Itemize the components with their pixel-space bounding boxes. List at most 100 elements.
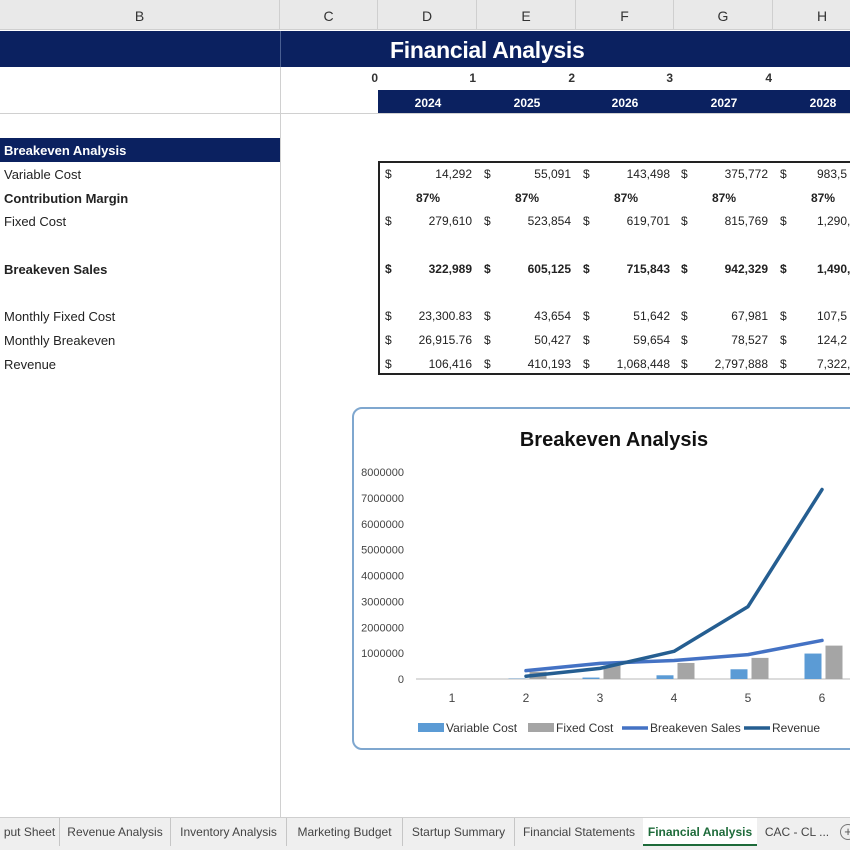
column-header-f[interactable]: F: [576, 0, 674, 30]
y-tick-label: 3000000: [361, 596, 404, 608]
table-cell-fixed-cost[interactable]: 815,769: [725, 214, 768, 228]
currency-symbol: $: [484, 309, 491, 323]
label-revenue: Revenue: [4, 357, 57, 372]
legend-swatch-fixed-cost: [528, 723, 554, 732]
column-header-d[interactable]: D: [378, 0, 477, 30]
title-banner: Financial Analysis: [0, 31, 850, 67]
table-cell-variable-cost[interactable]: 55,091: [534, 167, 571, 181]
table-cell-revenue[interactable]: 2,797,888: [715, 357, 768, 371]
tab-startup-summary[interactable]: Startup Summary: [403, 818, 515, 846]
table-cell-monthly-fixed-cost[interactable]: 107,5: [817, 309, 847, 323]
y-tick-label: 6000000: [361, 519, 404, 531]
currency-symbol: $: [681, 262, 688, 276]
currency-symbol: $: [385, 262, 392, 276]
column-header-e[interactable]: E: [477, 0, 576, 30]
table-cell-breakeven-sales[interactable]: 715,843: [627, 262, 670, 276]
currency-symbol: $: [385, 357, 392, 371]
label-fixed-cost: Fixed Cost: [4, 214, 67, 229]
currency-symbol: $: [681, 357, 688, 371]
currency-symbol: $: [583, 167, 590, 181]
bar-fixed-cost: [751, 657, 769, 679]
table-cell-monthly-breakeven[interactable]: 26,915.76: [419, 333, 472, 347]
table-cell-variable-cost[interactable]: 375,772: [725, 167, 768, 181]
table-cell-monthly-breakeven[interactable]: 124,2: [817, 333, 847, 347]
section-header-breakeven: Breakeven Analysis: [0, 138, 280, 162]
tab-inventory-analysis[interactable]: Inventory Analysis: [171, 818, 287, 846]
currency-symbol: $: [484, 357, 491, 371]
table-cell-monthly-fixed-cost[interactable]: 51,642: [633, 309, 670, 323]
table-cell-monthly-fixed-cost[interactable]: 67,981: [731, 309, 768, 323]
table-cell-contribution-margin[interactable]: 87%: [614, 191, 638, 205]
tab-marketing-budget[interactable]: Marketing Budget: [287, 818, 403, 846]
label-variable-cost: Variable Cost: [4, 167, 82, 182]
year-header: 2026: [611, 96, 639, 110]
column-header-c[interactable]: C: [280, 0, 378, 30]
table-cell-revenue[interactable]: 410,193: [528, 357, 571, 371]
table-cell-contribution-margin[interactable]: 87%: [811, 191, 835, 205]
table-cell-revenue[interactable]: 106,416: [429, 357, 472, 371]
table-cell-variable-cost[interactable]: 143,498: [627, 167, 670, 181]
add-sheet-icon[interactable]: +: [840, 824, 850, 840]
breakeven-chart[interactable]: Breakeven Analysis 0 1000000 2000000 3000000…: [352, 407, 850, 750]
table-cell-contribution-margin[interactable]: 87%: [416, 191, 440, 205]
x-tick-label: 5: [745, 691, 752, 705]
table-cell-breakeven-sales[interactable]: 322,989: [429, 262, 472, 276]
currency-symbol: $: [780, 214, 787, 228]
currency-symbol: $: [583, 262, 590, 276]
table-cell-variable-cost[interactable]: 983,5: [817, 167, 847, 181]
legend-label: Revenue: [772, 721, 820, 735]
currency-symbol: $: [681, 333, 688, 347]
tab-cac-cl[interactable]: CAC - CL ...: [757, 818, 837, 846]
row-gridline: [0, 113, 850, 114]
tab-input-sheet[interactable]: put Sheet: [0, 818, 60, 846]
currency-symbol: $: [681, 167, 688, 181]
currency-symbol: $: [583, 214, 590, 228]
sheet-tab-bar: put Sheet Revenue Analysis Inventory Ana…: [0, 817, 850, 850]
column-header-g[interactable]: G: [674, 0, 773, 30]
table-cell-variable-cost[interactable]: 14,292: [435, 167, 472, 181]
tab-revenue-analysis[interactable]: Revenue Analysis: [60, 818, 171, 846]
tab-financial-analysis[interactable]: Financial Analysis: [643, 818, 757, 846]
table-cell-breakeven-sales[interactable]: 1,490,7: [817, 262, 850, 276]
table-cell-fixed-cost[interactable]: 279,610: [429, 214, 472, 228]
year-header: 2025: [513, 96, 541, 110]
table-cell-monthly-fixed-cost[interactable]: 43,654: [534, 309, 571, 323]
table-cell-contribution-margin[interactable]: 87%: [515, 191, 539, 205]
table-cell-breakeven-sales[interactable]: 942,329: [725, 262, 768, 276]
column-header-b[interactable]: B: [0, 0, 280, 30]
y-tick-label: 2000000: [361, 622, 404, 634]
currency-symbol: $: [484, 167, 491, 181]
table-cell-revenue[interactable]: 7,322,9: [817, 357, 850, 371]
table-cell-contribution-margin[interactable]: 87%: [712, 191, 736, 205]
legend-label: Breakeven Sales: [650, 721, 741, 735]
label-breakeven-sales: Breakeven Sales: [4, 262, 108, 277]
table-cell-breakeven-sales[interactable]: 605,125: [528, 262, 571, 276]
tab-financial-statements[interactable]: Financial Statements: [515, 818, 643, 846]
period-index: 2: [568, 71, 575, 85]
table-cell-monthly-breakeven[interactable]: 78,527: [731, 333, 768, 347]
currency-symbol: $: [385, 333, 392, 347]
currency-symbol: $: [780, 309, 787, 323]
table-cell-fixed-cost[interactable]: 1,290,5: [817, 214, 850, 228]
currency-symbol: $: [583, 309, 590, 323]
x-tick-label: 2: [523, 691, 530, 705]
period-index: 0: [371, 71, 378, 85]
y-tick-label: 5000000: [361, 545, 404, 557]
currency-symbol: $: [780, 357, 787, 371]
table-cell-revenue[interactable]: 1,068,448: [617, 357, 670, 371]
table-cell-fixed-cost[interactable]: 523,854: [528, 214, 571, 228]
currency-symbol: $: [681, 214, 688, 228]
table-cell-monthly-breakeven[interactable]: 50,427: [534, 333, 571, 347]
currency-symbol: $: [385, 309, 392, 323]
table-cell-monthly-fixed-cost[interactable]: 23,300.83: [419, 309, 472, 323]
year-header: 2024: [414, 96, 442, 110]
y-tick-label: 0: [398, 674, 404, 686]
y-tick-label: 4000000: [361, 571, 404, 583]
currency-symbol: $: [385, 214, 392, 228]
table-cell-monthly-breakeven[interactable]: 59,654: [633, 333, 670, 347]
table-cell-fixed-cost[interactable]: 619,701: [627, 214, 670, 228]
legend-label: Fixed Cost: [556, 721, 614, 735]
column-header-h[interactable]: H: [773, 0, 850, 30]
x-tick-label: 1: [449, 691, 456, 705]
currency-symbol: $: [484, 262, 491, 276]
